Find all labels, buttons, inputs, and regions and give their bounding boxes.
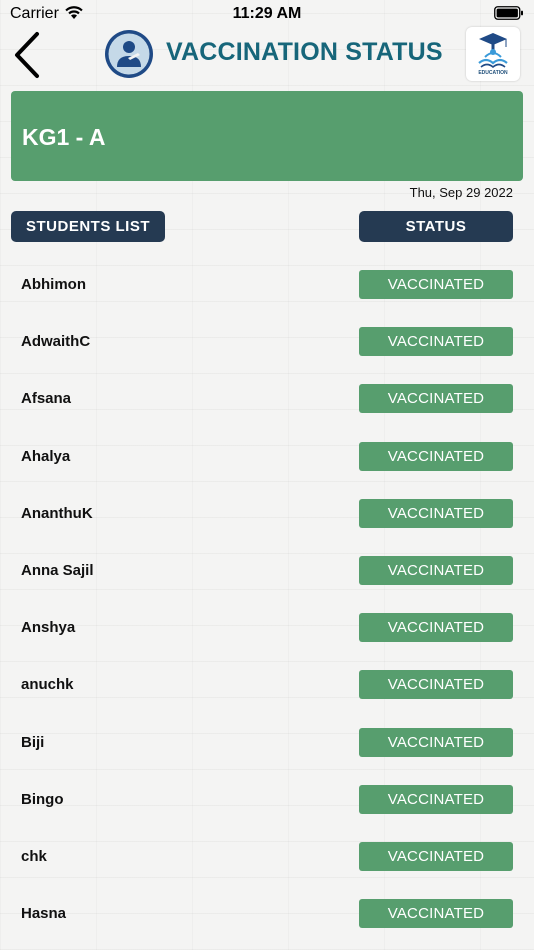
status-badge: VACCINATED [359, 555, 513, 585]
status-time: 11:29 AM [232, 5, 302, 22]
table-row[interactable]: Afsana VACCINATED [0, 372, 534, 429]
status-badge: VACCINATED [359, 441, 513, 471]
table-row[interactable]: chk VACCINATED [0, 830, 534, 887]
status-badge: VACCINATED [359, 613, 513, 643]
table-row[interactable]: anuchk VACCINATED [0, 658, 534, 715]
table-row[interactable]: Biji VACCINATED [0, 716, 534, 773]
status-badge: VACCINATED [359, 384, 513, 414]
status-badge: VACCINATED [359, 784, 513, 814]
chevron-left-icon [15, 32, 39, 78]
table-row[interactable]: Abhimon VACCINATED [0, 258, 534, 315]
student-name: anuchk [21, 676, 74, 694]
student-avatar-icon [104, 29, 154, 79]
battery-icon [494, 6, 524, 25]
student-name: AdwaithC [21, 333, 91, 351]
status-badge: VACCINATED [359, 899, 513, 929]
table-row[interactable]: Hasna VACCINATED [0, 887, 534, 944]
back-button[interactable] [10, 30, 44, 80]
table-row[interactable]: Anshya VACCINATED [0, 601, 534, 658]
status-header: STATUS [359, 211, 513, 242]
student-name: Anna Sajil [21, 561, 94, 579]
student-list: Abhimon VACCINATED AdwaithC VACCINATED A… [0, 258, 534, 944]
student-name: Bingo [21, 790, 64, 808]
date-label: Thu, Sep 29 2022 [409, 185, 513, 200]
school-logo: EDUCATION [466, 27, 520, 81]
student-name: Anshya [21, 619, 76, 637]
status-badge: VACCINATED [359, 841, 513, 871]
student-name: Hasna [21, 905, 67, 923]
student-name: AnanthuK [21, 504, 93, 522]
class-name: KG1 - A [22, 124, 106, 150]
table-row[interactable]: Bingo VACCINATED [0, 773, 534, 830]
table-row[interactable]: AdwaithC VACCINATED [0, 315, 534, 372]
class-banner: KG1 - A [11, 91, 523, 181]
student-name: chk [21, 847, 47, 865]
student-name: Afsana [21, 390, 72, 408]
students-list-header: STUDENTS LIST [11, 211, 165, 242]
status-badge: VACCINATED [359, 327, 513, 357]
status-badge: VACCINATED [359, 270, 513, 299]
student-name: Ahalya [21, 447, 71, 465]
page-title: VACCINATION STATUS [166, 38, 443, 66]
status-bar: Carrier 11:29 AM [0, 0, 534, 28]
status-badge: VACCINATED [359, 727, 513, 757]
table-row[interactable]: Anna Sajil VACCINATED [0, 544, 534, 601]
student-name: Abhimon [21, 276, 86, 293]
school-logo-caption: EDUCATION [478, 70, 508, 76]
graduation-cap-icon [478, 33, 508, 69]
status-badge: VACCINATED [359, 498, 513, 528]
table-row[interactable]: AnanthuK VACCINATED [0, 487, 534, 544]
table-row[interactable]: Ahalya VACCINATED [0, 430, 534, 487]
student-name: Biji [21, 733, 45, 751]
status-badge: VACCINATED [359, 670, 513, 700]
